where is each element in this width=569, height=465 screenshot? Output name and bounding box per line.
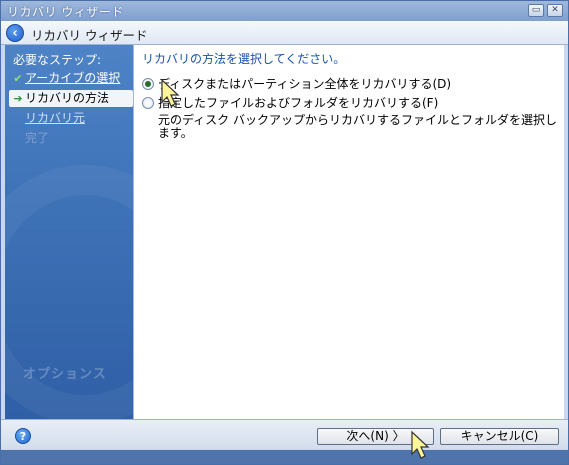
- steps-title: 必要なステップ:: [13, 53, 102, 67]
- radio-button-selected[interactable]: [142, 78, 154, 90]
- close-button[interactable]: ✕: [547, 4, 563, 17]
- radio-button[interactable]: [142, 97, 154, 109]
- step-label: 完了: [25, 131, 50, 145]
- option-files-folders[interactable]: 指定したファイルおよびフォルダをリカバリする(F): [142, 95, 438, 111]
- step-archive-selection[interactable]: ✔ アーカイブの選択: [9, 70, 133, 87]
- steps-sidebar: 必要なステップ: ✔ アーカイブの選択 ➜ リカバリの方法 リカバリ元 完了 オ…: [5, 45, 133, 419]
- options-watermark: オプションス: [23, 367, 107, 382]
- content-panel: リカバリの方法を選択してください。 ディスクまたはパーティション全体をリカバリす…: [133, 45, 564, 419]
- mouse-cursor-icon: [411, 430, 430, 459]
- cancel-button[interactable]: キャンセル(C): [440, 428, 559, 445]
- option-description: 元のディスク バックアップからリカバリするファイルとフォルダを選択します。: [158, 113, 557, 140]
- step-label: アーカイブの選択: [25, 71, 121, 85]
- title-bar[interactable]: リカバリ ウィザード ▭ ✕: [1, 1, 568, 21]
- header-title: リカバリ ウィザード: [31, 28, 148, 43]
- mouse-cursor-icon: [161, 78, 180, 107]
- desktop-strip: [1, 450, 568, 464]
- option-label: 指定したファイルおよびフォルダをリカバリする(F): [158, 96, 439, 110]
- option-disk-partition[interactable]: ディスクまたはパーティション全体をリカバリする(D): [142, 76, 451, 92]
- recovery-wizard-window: リカバリ ウィザード ▭ ✕ ‹ リカバリ ウィザード 必要なステップ: ✔ ア…: [0, 0, 569, 465]
- step-recovery-method: ➜ リカバリの方法: [9, 90, 133, 107]
- minimize-button[interactable]: ▭: [528, 4, 544, 17]
- window-title: リカバリ ウィザード: [7, 5, 124, 19]
- current-step-arrow-icon: ➜: [13, 92, 23, 105]
- step-recovery-source[interactable]: リカバリ元: [9, 110, 133, 127]
- step-label: リカバリ元: [25, 111, 86, 125]
- option-label: ディスクまたはパーティション全体をリカバリする(D): [158, 77, 452, 91]
- method-prompt: リカバリの方法を選択してください。: [142, 52, 346, 66]
- check-icon: ✔: [13, 72, 23, 85]
- back-arrow-icon[interactable]: ‹: [6, 24, 24, 42]
- wizard-header: ‹ リカバリ ウィザード: [1, 21, 568, 45]
- step-label: リカバリの方法: [25, 91, 110, 105]
- help-icon[interactable]: ?: [15, 428, 31, 444]
- button-bar: ? 次へ(N) 〉 キャンセル(C): [1, 419, 568, 449]
- step-finish: 完了: [9, 130, 133, 147]
